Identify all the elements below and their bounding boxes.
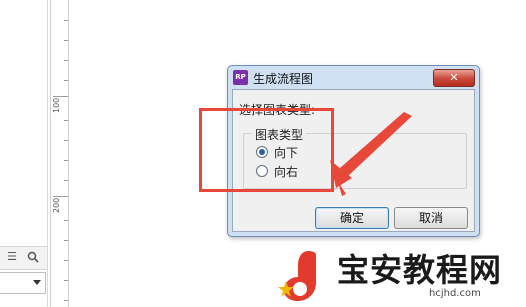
- app-canvas: ☰ 100 200 RP 生成流程图 ✕ 选择图表类型: 图表类型 向下 向右 …: [0, 0, 526, 307]
- panel-dropdown[interactable]: [0, 272, 46, 294]
- search-icon[interactable]: [27, 251, 39, 263]
- ok-button[interactable]: 确定: [315, 207, 389, 229]
- watermark-url: hcjhd.com: [429, 288, 481, 299]
- dialog-title: 生成流程图: [253, 72, 314, 86]
- menu-icon[interactable]: ☰: [6, 251, 18, 263]
- dialog-titlebar[interactable]: RP 生成流程图 ✕: [228, 66, 479, 88]
- annotation-highlight-box: [199, 108, 334, 192]
- watermark-logo: [278, 251, 316, 301]
- panel-toolbar: ☰: [0, 246, 47, 270]
- cancel-button[interactable]: 取消: [394, 207, 468, 229]
- panel-divider: [47, 0, 48, 307]
- chevron-down-icon: [33, 280, 41, 285]
- vertical-ruler: 100 200: [50, 0, 69, 307]
- watermark-title: 宝安教程网: [337, 251, 503, 289]
- close-button[interactable]: ✕: [433, 69, 475, 87]
- left-panel: ☰: [0, 0, 48, 307]
- ruler-label-200: 200: [52, 197, 61, 213]
- app-logo-icon: RP: [233, 70, 248, 85]
- ruler-label-100: 100: [52, 97, 61, 113]
